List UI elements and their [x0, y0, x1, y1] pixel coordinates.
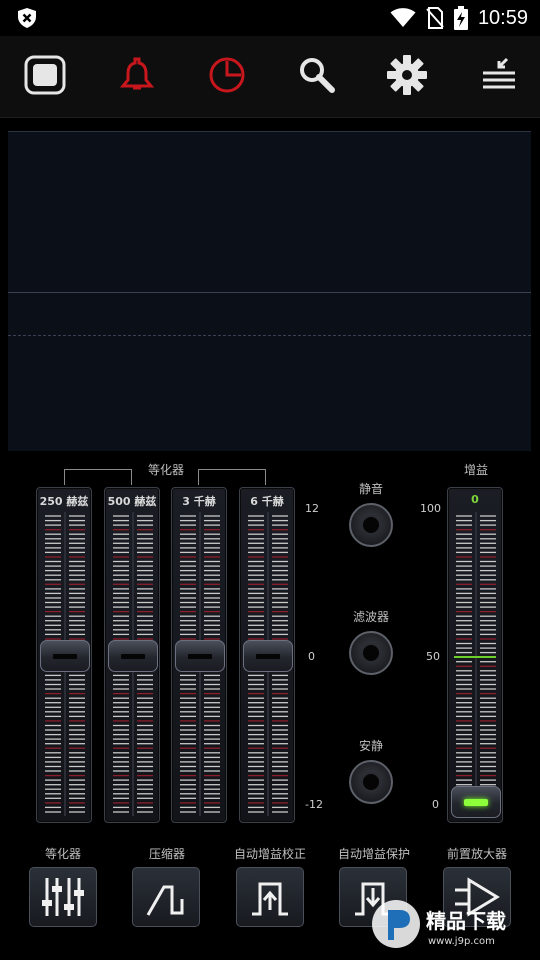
gain-knob[interactable] [451, 786, 501, 818]
gain-mid-marker [454, 656, 496, 658]
eq-band-label: 6 千赫 [250, 495, 284, 508]
eq-knob[interactable] [108, 640, 158, 672]
watermark-logo: 精品下载 www.j9p.com [372, 900, 506, 948]
search-icon [300, 58, 335, 93]
equalizer-bracket-right [198, 469, 266, 485]
toolbar [0, 36, 540, 118]
collapse-menu-icon [483, 57, 515, 89]
gain-scale-mid: 50 [426, 650, 440, 663]
record-button[interactable] [20, 50, 70, 100]
eq-slider-500hz[interactable]: 500 赫兹 [104, 487, 160, 823]
search-button[interactable] [292, 50, 342, 100]
eq-slider-3khz[interactable]: 3 千赫 [171, 487, 227, 823]
clock: 10:59 [477, 6, 528, 29]
eq-band-label: 3 千赫 [182, 495, 216, 508]
eq-scale-top: 12 [305, 502, 319, 515]
eq-scale-bottom: -12 [305, 798, 323, 811]
menu-button[interactable] [474, 50, 524, 100]
func-label-preamp: 前置放大器 [446, 847, 507, 861]
timer-icon [209, 57, 245, 93]
eq-slider-250hz[interactable]: 250 赫兹 [36, 487, 92, 823]
mute-button[interactable] [349, 503, 393, 547]
quiet-button[interactable] [349, 760, 393, 804]
eq-knob[interactable] [175, 640, 225, 672]
equalizer-bracket-left [64, 469, 132, 485]
eq-band-label: 500 赫兹 [107, 495, 157, 508]
eq-slider-6khz[interactable]: 6 千赫 [239, 487, 295, 823]
shield-x-icon [18, 8, 36, 28]
bell-icon [119, 57, 155, 90]
gain-slider[interactable]: 0 [447, 487, 503, 823]
display-center-line [8, 292, 531, 293]
func-label-agc: 自动增益校正 [233, 847, 306, 861]
timer-button[interactable] [202, 50, 252, 100]
eq-knob[interactable] [40, 640, 90, 672]
quiet-label: 安静 [358, 739, 383, 753]
equalizer-sliders-icon [42, 878, 84, 916]
gain-value: 0 [471, 493, 479, 506]
gain-scale-top: 100 [420, 502, 441, 515]
watermark-url: www.j9p.com [428, 936, 495, 947]
display-dashed-line [8, 335, 531, 336]
eq-scale-mid: 0 [308, 650, 315, 663]
filter-button[interactable] [349, 631, 393, 675]
func-label-compressor: 压缩器 [148, 847, 185, 861]
no-sim-icon [426, 7, 444, 29]
compressor-curve-icon [146, 885, 184, 916]
mute-label: 静音 [358, 482, 383, 496]
watermark-text: 精品下载 [426, 909, 506, 933]
gear-icon [387, 55, 427, 95]
filter-label: 滤波器 [352, 610, 389, 624]
equalizer-button[interactable] [29, 867, 97, 927]
battery-charging-icon [453, 6, 468, 30]
eq-band-label: 250 赫兹 [39, 495, 89, 508]
record-icon [24, 55, 66, 95]
auto-gain-correction-icon [252, 882, 288, 916]
slider-ticks [456, 512, 496, 816]
gain-title: 增益 [463, 463, 488, 477]
status-bar: 10:59 [0, 0, 540, 36]
gain-scale-bottom: 0 [432, 798, 439, 811]
auto-gain-correction-button[interactable] [236, 867, 304, 927]
func-label-agp: 自动增益保护 [337, 847, 410, 861]
alarm-button[interactable] [112, 50, 162, 100]
wifi-icon [390, 8, 416, 27]
eq-knob[interactable] [243, 640, 293, 672]
settings-button[interactable] [382, 50, 432, 100]
compressor-button[interactable] [132, 867, 200, 927]
func-label-equalizer: 等化器 [44, 847, 81, 861]
equalizer-title: 等化器 [147, 463, 184, 477]
spectrum-display [8, 131, 531, 451]
